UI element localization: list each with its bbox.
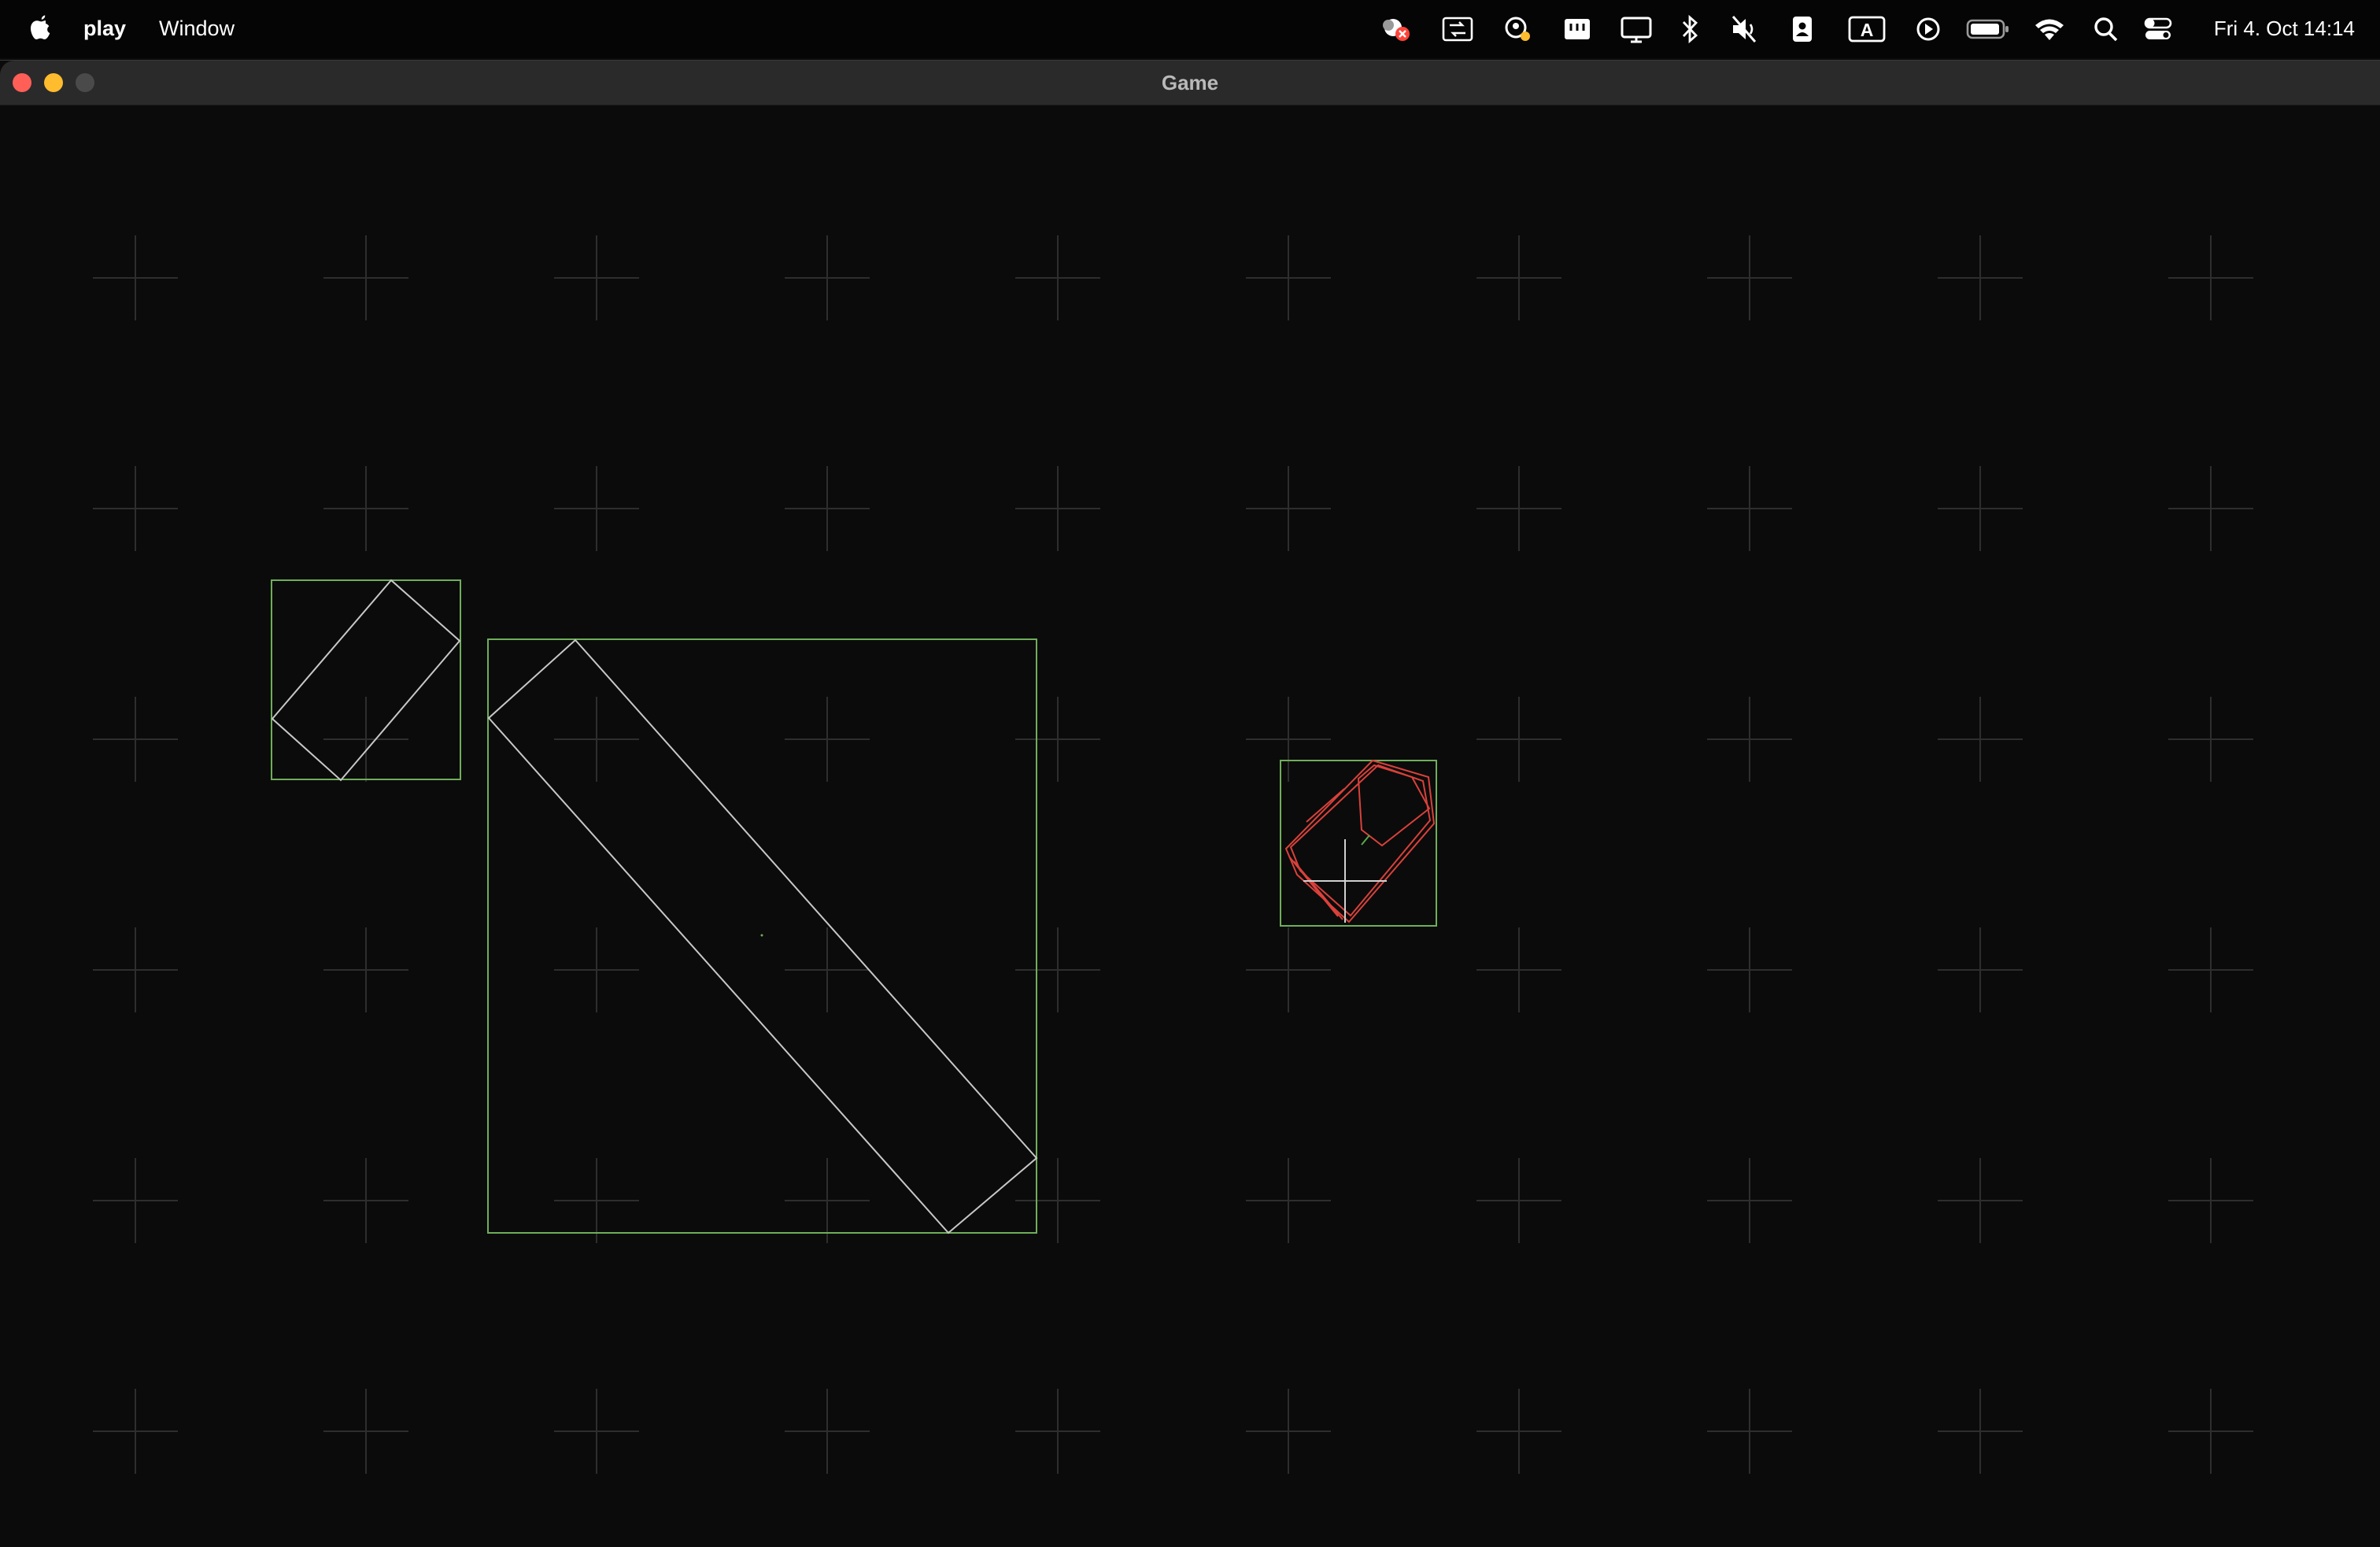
menu-item-window[interactable]: Window: [159, 14, 235, 43]
grid-cross: [323, 466, 408, 551]
grid-cross: [1246, 1389, 1331, 1474]
grid-cross: [1938, 466, 2023, 551]
grid-cross: [554, 697, 639, 782]
grid-cross: [1246, 1158, 1331, 1243]
sound-muted-icon[interactable]: [1727, 12, 1761, 46]
grid-cross: [785, 1389, 870, 1474]
grid-cross: [785, 697, 870, 782]
player-direction-marker: [1361, 835, 1370, 846]
display-mirroring-icon[interactable]: [1440, 12, 1475, 46]
battery-icon[interactable]: [1964, 12, 2012, 46]
small-box-body: [271, 579, 461, 782]
grid-cross: [1476, 235, 1561, 320]
grid-cross: [1246, 235, 1331, 320]
bluetooth-icon[interactable]: [1676, 12, 1703, 46]
menu-bar-clock[interactable]: Fri 4. Oct 14:14: [2214, 14, 2355, 43]
grid-cross: [323, 1389, 408, 1474]
spotlight-search-icon[interactable]: [2090, 12, 2122, 46]
player-body: [1284, 759, 1436, 923]
input-source-icon[interactable]: A: [1846, 12, 1887, 46]
grid-cross: [1476, 1389, 1561, 1474]
grid-cross: [1938, 235, 2023, 320]
grid-cross: [323, 927, 408, 1012]
game-canvas[interactable]: [0, 105, 2380, 1547]
grid-cross: [554, 927, 639, 1012]
account-warning-icon[interactable]: [1500, 12, 1535, 46]
grid-cross: [1015, 466, 1100, 551]
grid-cross: [554, 1389, 639, 1474]
grid-cross: [554, 466, 639, 551]
grid-cross: [1476, 1158, 1561, 1243]
grid-cross: [1707, 466, 1792, 551]
grid-cross: [2168, 235, 2253, 320]
grid-cross: [2168, 1389, 2253, 1474]
contacts-icon[interactable]: [1787, 12, 1818, 46]
window-title: Game: [1161, 71, 1219, 94]
grid-cross: [1707, 1158, 1792, 1243]
grid-cross: [554, 1158, 639, 1243]
grid-cross: [93, 927, 178, 1012]
grid-cross: [1246, 927, 1331, 1012]
grid-cross: [785, 466, 870, 551]
grid-cross: [1015, 1158, 1100, 1243]
grid-cross: [1938, 1389, 2023, 1474]
grid-cross: [93, 697, 178, 782]
grid-cross: [1938, 1158, 2023, 1243]
plank-center-dot: [760, 934, 763, 937]
grid-cross: [1476, 697, 1561, 782]
grid-cross: [2168, 466, 2253, 551]
grid-cross: [785, 235, 870, 320]
grid-cross: [2168, 1158, 2253, 1243]
grid-cross: [323, 1158, 408, 1243]
grid-cross: [1246, 697, 1331, 782]
grid-cross: [1938, 697, 2023, 782]
grid-cross: [93, 1158, 178, 1243]
grid-cross: [93, 235, 178, 320]
control-center-icon[interactable]: [2141, 12, 2175, 46]
grid-cross: [1015, 697, 1100, 782]
grid-cross: [1015, 927, 1100, 1012]
grid-cross: [1707, 697, 1792, 782]
grid-cross: [1938, 927, 2023, 1012]
grid-cross: [785, 927, 870, 1012]
grid-cross: [785, 1158, 870, 1243]
grid-cross: [554, 235, 639, 320]
now-playing-icon[interactable]: [1911, 12, 1946, 46]
grid-cross: [323, 235, 408, 320]
wifi-icon[interactable]: [2032, 12, 2067, 46]
window-title-bar[interactable]: Game: [0, 61, 2380, 105]
grid-cross: [1015, 1389, 1100, 1474]
game-window: Game: [0, 60, 2380, 1547]
grid-cross: [1246, 466, 1331, 551]
input-source-letter: A: [1861, 20, 1874, 40]
grid-cross: [2168, 697, 2253, 782]
grid-cross: [1707, 235, 1792, 320]
apple-menu-icon[interactable]: [27, 13, 55, 46]
app-name-menu[interactable]: play: [83, 14, 126, 43]
grid-cross: [93, 466, 178, 551]
grid-cross: [1476, 466, 1561, 551]
grid-cross: [2168, 927, 2253, 1012]
plank-body: [487, 638, 1038, 1234]
screen-sharing-blocked-icon[interactable]: [1377, 12, 1417, 46]
grid-cross: [93, 1389, 178, 1474]
display-icon[interactable]: [1618, 12, 1654, 46]
grid-cross: [1707, 1389, 1792, 1474]
menu-bar: play Window A Fri 4. Oct 14:14: [0, 0, 2380, 58]
grid-cross: [1707, 927, 1792, 1012]
grid-cross: [323, 697, 408, 782]
grid-cross: [1476, 927, 1561, 1012]
window-manager-icon[interactable]: [1560, 12, 1595, 46]
grid-cross: [1015, 235, 1100, 320]
player-origin-cross: [1303, 839, 1387, 923]
background-grid: [93, 235, 2253, 1474]
